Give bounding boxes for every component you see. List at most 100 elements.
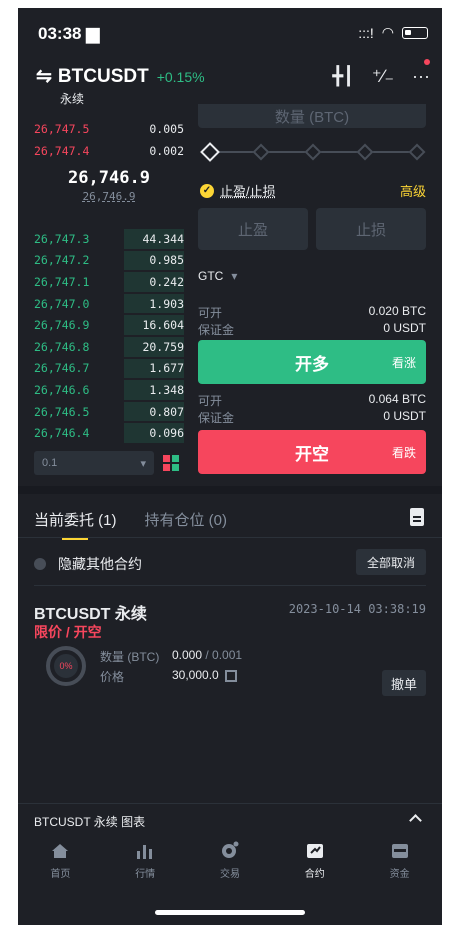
nav-trade[interactable]: 交易 bbox=[188, 841, 273, 891]
bid-qty: 20.759 bbox=[142, 339, 184, 354]
chart-drawer-label: BTCUSDT 永续 图表 bbox=[34, 815, 146, 829]
order-history-icon[interactable] bbox=[410, 508, 424, 526]
open-short-label: 开空 bbox=[295, 444, 329, 464]
list-divider bbox=[34, 585, 426, 586]
time-in-force-value: GTC bbox=[198, 269, 224, 283]
bid-row[interactable]: 26,746.5 0.807 bbox=[34, 401, 184, 423]
candlestick-icon[interactable]: ╋┃ bbox=[332, 66, 354, 87]
order-price-value: 30,000.0 bbox=[172, 668, 219, 682]
caret-down-icon: ▾ bbox=[231, 269, 238, 283]
bid-row[interactable]: 26,746.7 1.677 bbox=[34, 358, 184, 380]
ask-row[interactable]: 26,747.4 0.002 bbox=[34, 140, 184, 162]
bid-row[interactable]: 26,746.9 16.604 bbox=[34, 314, 184, 336]
bid-qty: 0.807 bbox=[149, 404, 184, 419]
bid-price: 26,746.6 bbox=[34, 382, 90, 397]
stop-loss-input[interactable]: 止损 bbox=[316, 208, 426, 250]
tab-positions[interactable]: 持有仓位 (0) bbox=[145, 509, 228, 530]
quantity-placeholder: 数量 (BTC) bbox=[274, 108, 350, 126]
hide-other-contracts-toggle[interactable]: 隐藏其他合约 bbox=[34, 554, 142, 574]
tab-open-orders[interactable]: 当前委托 (1) bbox=[34, 509, 117, 540]
ask-qty: 0.005 bbox=[149, 121, 184, 136]
bid-qty: 0.242 bbox=[149, 274, 184, 289]
order-type: 限价 / 开空 bbox=[34, 624, 102, 640]
order-qty-total: / 0.001 bbox=[205, 648, 243, 662]
short-available-label: 可开 bbox=[198, 394, 223, 408]
more-icon[interactable]: ··· bbox=[412, 66, 430, 87]
ask-row[interactable]: 26,747.5 0.005 bbox=[34, 118, 184, 140]
take-profit-input[interactable]: 止盈 bbox=[198, 208, 308, 250]
bid-qty: 0.096 bbox=[149, 426, 184, 441]
order-price-label: 价格 bbox=[100, 670, 125, 684]
order-qty-label: 数量 (BTC) bbox=[100, 650, 160, 664]
bid-row[interactable]: 26,746.8 20.759 bbox=[34, 336, 184, 358]
mark-price[interactable]: 26,746.9 bbox=[34, 190, 184, 203]
open-long-button[interactable]: 开多 看涨 bbox=[198, 340, 426, 384]
slider-handle[interactable] bbox=[200, 142, 220, 162]
cancel-order-button[interactable]: 撤单 bbox=[382, 670, 426, 696]
nav-wallet[interactable]: 资金 bbox=[357, 841, 442, 891]
bid-price: 26,746.5 bbox=[34, 404, 90, 419]
order-symbol: BTCUSDT 永续 bbox=[34, 606, 147, 623]
long-margin: 保证金 0 USDT bbox=[198, 321, 426, 338]
header-actions: ╋┃ ⁺∕₋ ··· bbox=[332, 66, 430, 87]
trade-icon bbox=[220, 841, 240, 859]
contract-type: 永续 bbox=[60, 92, 85, 106]
long-available: 可开 0.020 BTC bbox=[198, 304, 426, 321]
tabs-divider bbox=[18, 537, 442, 538]
home-indicator bbox=[155, 910, 305, 915]
long-available-value: 0.020 BTC bbox=[368, 304, 426, 318]
slider-step[interactable] bbox=[356, 143, 374, 161]
bid-qty: 1.903 bbox=[149, 296, 184, 311]
app-screen: 03:38 ▆ :::! ◠ ⇋ BTCUSDT +0.15% 永续 ╋┃ ⁺∕… bbox=[18, 8, 442, 925]
open-long-sublabel: 看涨 bbox=[391, 355, 416, 370]
last-price[interactable]: 26,746.9 bbox=[34, 168, 184, 188]
nav-home-label: 首页 bbox=[50, 869, 71, 880]
cancel-all-button[interactable]: 全部取消 bbox=[356, 549, 426, 575]
advanced-link[interactable]: 高级 bbox=[400, 181, 426, 200]
bottom-nav: 首页 行情 交易 合约 资金 bbox=[18, 841, 442, 891]
open-short-button[interactable]: 开空 看跌 bbox=[198, 430, 426, 474]
bid-row[interactable]: 26,746.4 0.096 bbox=[34, 422, 184, 444]
edit-icon[interactable] bbox=[224, 669, 237, 682]
nav-futures-label: 合约 bbox=[304, 869, 325, 880]
markets-icon bbox=[135, 841, 155, 859]
short-available-value: 0.064 BTC bbox=[368, 392, 426, 406]
bid-price: 26,746.7 bbox=[34, 361, 90, 376]
short-margin-value: 0 USDT bbox=[383, 409, 426, 423]
take-profit-placeholder: 止盈 bbox=[237, 221, 268, 239]
check-icon: ✓ bbox=[200, 183, 214, 198]
bid-row[interactable]: 26,747.3 44.344 bbox=[34, 228, 184, 250]
nav-trade-label: 交易 bbox=[219, 869, 240, 880]
bid-row[interactable]: 26,747.0 1.903 bbox=[34, 293, 184, 315]
bid-price: 26,747.0 bbox=[34, 296, 90, 311]
bid-row[interactable]: 26,747.2 0.985 bbox=[34, 250, 184, 272]
wifi-icon: ◠ bbox=[381, 24, 394, 40]
bid-row[interactable]: 26,747.1 0.242 bbox=[34, 271, 184, 293]
slider-step[interactable] bbox=[304, 143, 322, 161]
radio-icon bbox=[34, 558, 46, 570]
orderbook-layout-icon[interactable] bbox=[163, 455, 179, 471]
symbol-name: BTCUSDT bbox=[57, 65, 149, 87]
bid-qty: 16.604 bbox=[142, 318, 184, 333]
quantity-input[interactable]: 数量 (BTC) bbox=[198, 104, 426, 128]
time-in-force-select[interactable]: GTC ▾ bbox=[198, 269, 237, 283]
nav-futures[interactable]: 合约 bbox=[272, 841, 357, 891]
order-qty-row: 数量 (BTC) 0.000 / 0.001 bbox=[100, 648, 242, 665]
depth-precision-select[interactable]: 0.1 ▾ bbox=[34, 451, 154, 475]
caret-down-icon: ▾ bbox=[140, 457, 146, 470]
tpsl-checkbox[interactable]: ✓ 止盈/止损 bbox=[200, 181, 276, 200]
symbol-selector[interactable]: ⇋ BTCUSDT +0.15% bbox=[36, 65, 205, 88]
nav-markets[interactable]: 行情 bbox=[103, 841, 188, 891]
slider-step[interactable] bbox=[252, 143, 270, 161]
slider-step[interactable] bbox=[408, 143, 426, 161]
nav-markets-label: 行情 bbox=[135, 869, 156, 880]
percent-toggle-icon[interactable]: ⁺∕₋ bbox=[372, 66, 394, 87]
status-time: 03:38 ▆ bbox=[38, 24, 100, 43]
price-change: +0.15% bbox=[156, 68, 205, 85]
open-short-sublabel: 看跌 bbox=[391, 445, 416, 460]
bid-row[interactable]: 26,746.6 1.348 bbox=[34, 379, 184, 401]
bid-qty: 1.348 bbox=[149, 382, 184, 397]
notification-dot bbox=[424, 59, 430, 65]
nav-home[interactable]: 首页 bbox=[18, 841, 103, 891]
orders-tabs: 当前委托 (1) 持有仓位 (0) bbox=[34, 509, 228, 540]
